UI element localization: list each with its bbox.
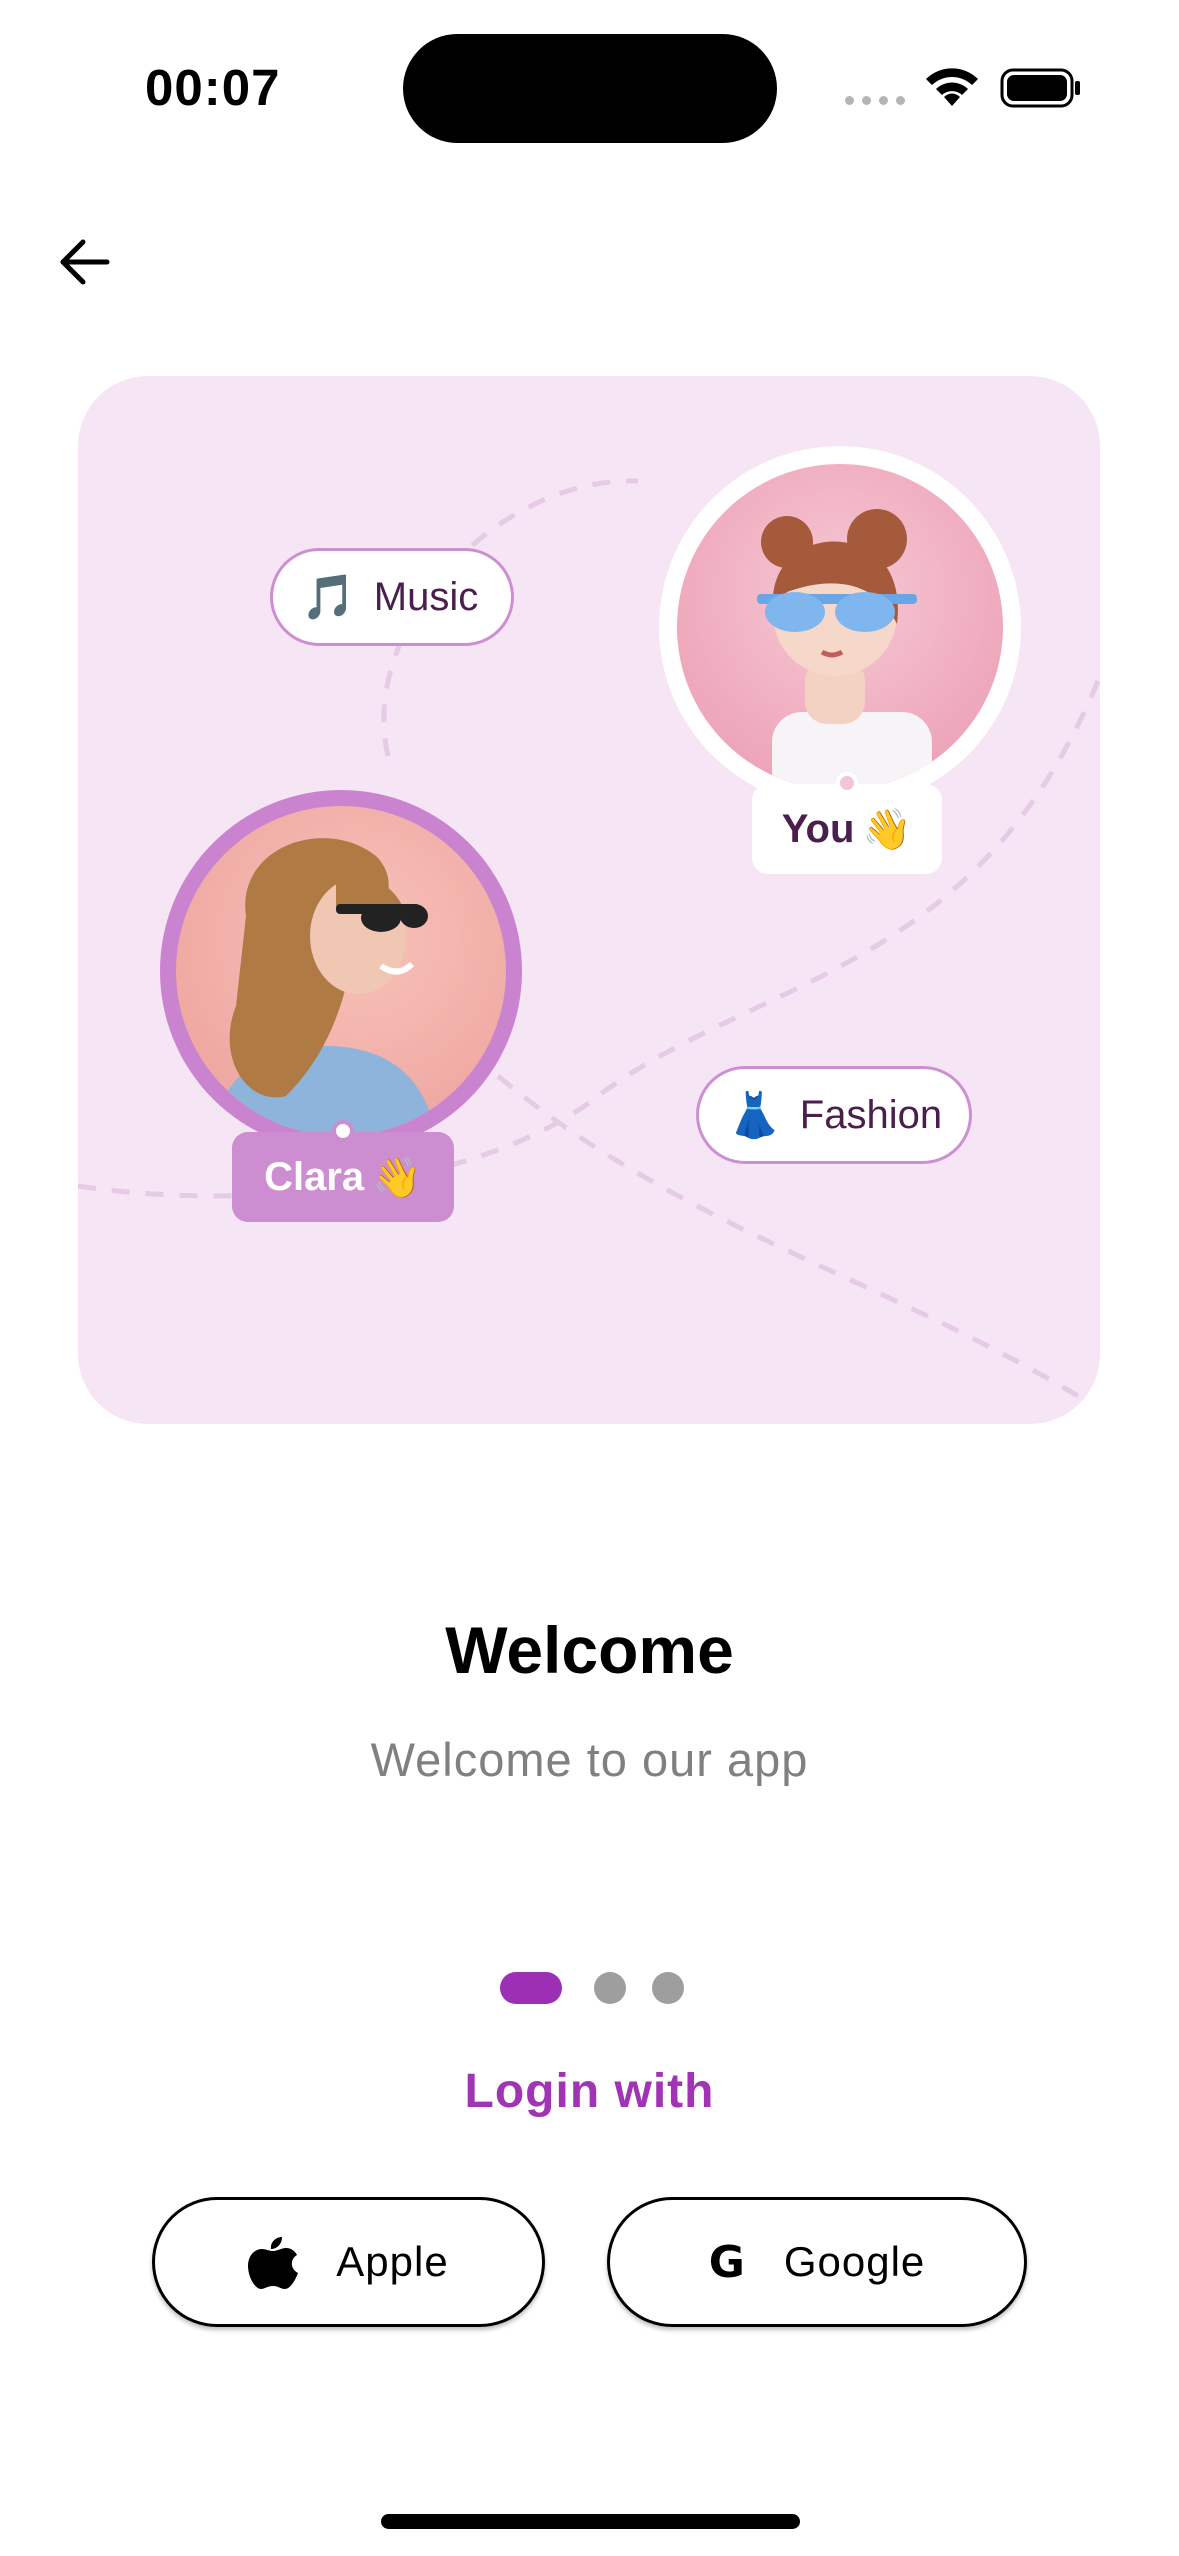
cellular-signal-icon (845, 96, 905, 105)
dynamic-island (403, 34, 777, 143)
google-icon: G (708, 2236, 746, 2288)
interest-chip-fashion: 👗 Fashion (696, 1066, 972, 1164)
page-dot-active[interactable] (500, 1972, 562, 2004)
wifi-icon (926, 68, 978, 106)
interest-chip-music: 🎵 Music (270, 548, 514, 646)
chip-label: Fashion (799, 1092, 943, 1137)
dress-icon: 👗 (727, 1091, 782, 1140)
tag-label: Clara (264, 1154, 365, 1199)
avatar-photo-clara (176, 806, 506, 1136)
avatar-you (659, 446, 1021, 808)
apple-icon (248, 2237, 299, 2289)
page-subtitle: Welcome to our app (370, 1733, 809, 1786)
page-dot[interactable] (652, 1972, 684, 2004)
tag-connector-dot (332, 1120, 354, 1142)
page-title: Welcome (445, 1613, 734, 1687)
tag-connector-dot (836, 772, 858, 794)
status-time: 00:07 (145, 59, 281, 116)
chip-label: Music (373, 574, 479, 619)
apple-login-label: Apple (336, 2238, 449, 2285)
page-dot[interactable] (594, 1972, 626, 2004)
tag-label: You (781, 806, 855, 851)
avatar-clara (160, 790, 522, 1152)
home-indicator[interactable] (381, 2514, 800, 2529)
arrow-left-icon (60, 239, 110, 285)
google-login-button[interactable]: G Google (607, 2197, 1027, 2327)
music-note-icon: 🎵 (301, 573, 356, 622)
apple-login-button[interactable]: Apple (152, 2197, 545, 2327)
name-tag-clara: Clara 👋 (232, 1120, 454, 1222)
login-heading: Login with (464, 2065, 715, 2118)
waving-hand-icon: 👋 (862, 807, 913, 852)
name-tag-you: You 👋 (752, 772, 942, 874)
waving-hand-icon: 👋 (372, 1155, 422, 1200)
onboarding-illustration: 🎵 Music 👗 Fashion You 👋 Clara 👋 (78, 376, 1100, 1424)
back-button[interactable] (55, 234, 115, 290)
avatar-photo-you (677, 464, 1003, 790)
google-login-label: Google (783, 2238, 926, 2285)
battery-icon (1000, 68, 1080, 108)
